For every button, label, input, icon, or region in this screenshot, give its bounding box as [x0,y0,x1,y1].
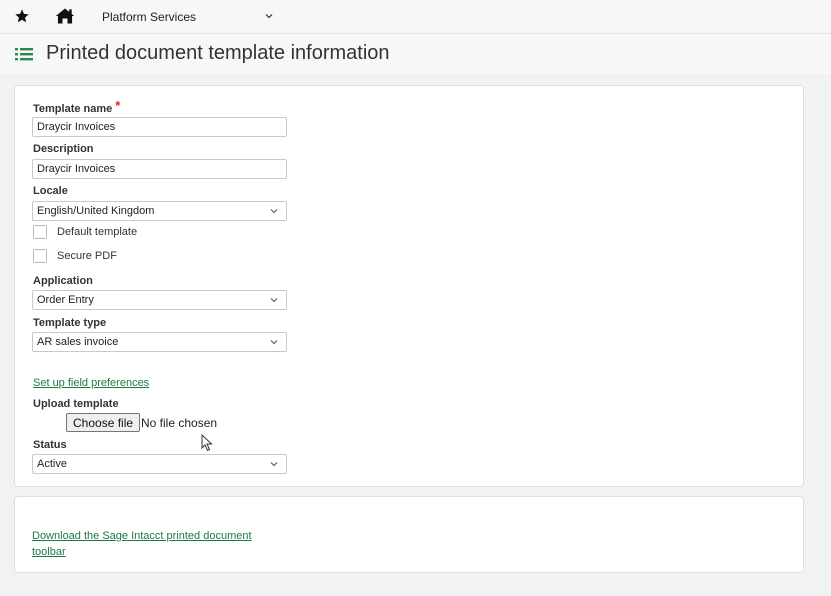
required-marker: * [115,98,121,113]
locale-value: English/United Kingdom [37,205,155,217]
download-toolbar-card: Download the Sage Intacct printed docume… [14,496,804,573]
description-label: Description [33,143,94,155]
description-field[interactable] [32,159,287,179]
set-up-field-preferences-link[interactable]: Set up field preferences [33,377,149,389]
application-select[interactable]: Order Entry [32,290,287,310]
home-icon[interactable] [54,6,76,26]
chevron-down-icon [270,298,278,303]
status-value: Active [37,458,67,470]
chevron-down-icon [270,340,278,345]
template-type-label: Template type [33,317,107,329]
default-template-label: Default template [57,226,138,238]
template-name-label: Template name * [33,98,121,115]
locale-select[interactable]: English/United Kingdom [32,201,287,221]
file-status-text: No file chosen [141,416,218,430]
chevron-down-icon [270,462,278,467]
application-label: Application [33,275,93,287]
mouse-cursor-icon [201,434,213,452]
chevron-down-icon [270,209,278,214]
default-template-checkbox[interactable] [33,225,47,239]
page-title: Printed document template information [46,42,390,64]
page-header: Printed document template information [0,34,831,74]
application-value: Order Entry [37,294,94,306]
template-name-field[interactable] [32,117,287,137]
status-select[interactable]: Active [32,454,287,474]
upload-template-label: Upload template [33,398,119,410]
template-type-select[interactable]: AR sales invoice [32,332,287,352]
template-type-value: AR sales invoice [37,336,119,348]
choose-file-button[interactable]: Choose file [66,413,141,432]
template-form-card: Template name* Description Locale Englis… [14,85,804,487]
secure-pdf-checkbox[interactable] [33,249,47,263]
secure-pdf-label: Secure PDF [57,250,117,262]
top-navigation-bar: Platform Services [0,0,831,34]
chevron-down-icon[interactable] [264,11,274,21]
list-icon[interactable] [15,46,33,62]
locale-label: Locale [33,185,68,197]
application-menu[interactable]: Platform Services [102,10,196,24]
star-icon[interactable] [14,8,30,24]
status-label: Status [33,439,67,451]
download-toolbar-link[interactable]: Download the Sage Intacct printed docume… [32,530,252,542]
download-toolbar-link-continued[interactable]: toolbar [32,546,66,558]
